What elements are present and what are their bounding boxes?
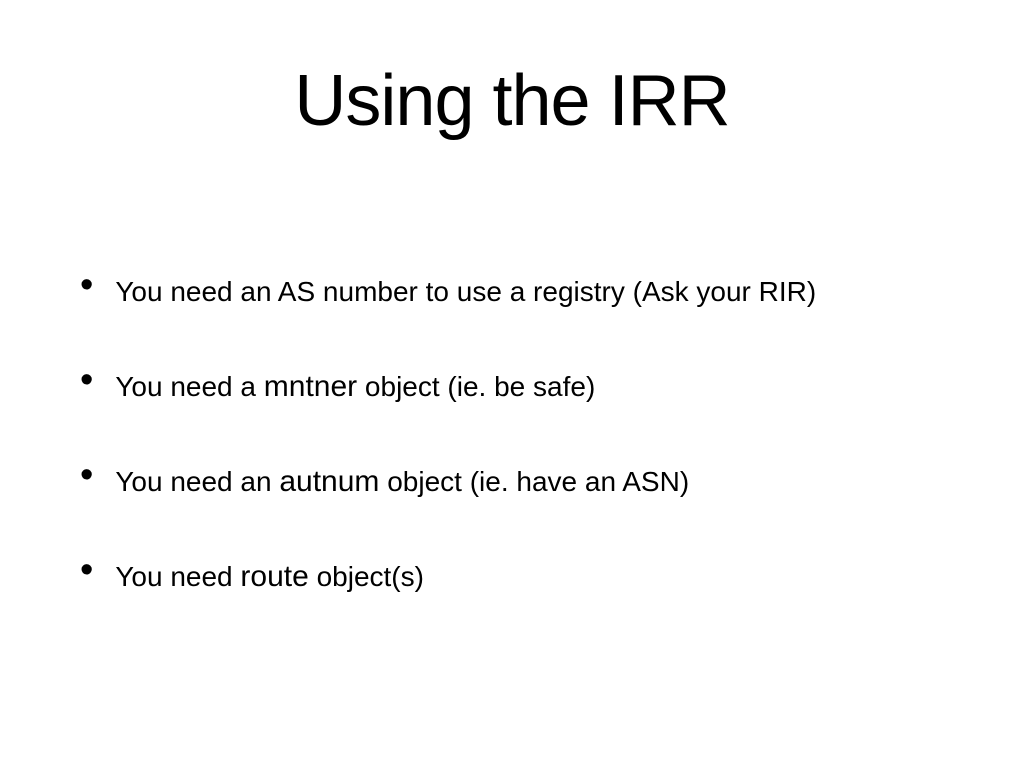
bullet-icon: • [80, 456, 93, 494]
list-item: • You need route object(s) [80, 557, 954, 596]
bullet-pre: You need an AS number to use a registry … [115, 276, 816, 307]
bullet-text: You need route object(s) [115, 557, 424, 596]
bullet-keyword: autnum [279, 465, 379, 498]
bullet-post: object (ie. be safe) [357, 371, 595, 402]
list-item: • You need a mntner object (ie. be safe) [80, 367, 954, 406]
bullet-icon: • [80, 551, 93, 589]
bullet-text: You need an AS number to use a registry … [115, 272, 816, 311]
bullet-icon: • [80, 361, 93, 399]
bullet-text: You need a mntner object (ie. be safe) [115, 367, 595, 406]
slide-title: Using the IRR [70, 60, 954, 142]
bullet-pre: You need a [115, 371, 263, 402]
bullet-post: object(s) [309, 561, 424, 592]
bullet-keyword: mntner [264, 370, 357, 403]
bullet-text: You need an autnum object (ie. have an A… [115, 462, 689, 501]
slide-container: Using the IRR • You need an AS number to… [0, 0, 1024, 768]
bullet-post: object (ie. have an ASN) [379, 466, 689, 497]
bullet-list: • You need an AS number to use a registr… [70, 272, 954, 596]
bullet-pre: You need an [115, 466, 279, 497]
bullet-pre: You need [115, 561, 240, 592]
bullet-icon: • [80, 266, 93, 304]
bullet-keyword: route [240, 560, 308, 593]
list-item: • You need an autnum object (ie. have an… [80, 462, 954, 501]
list-item: • You need an AS number to use a registr… [80, 272, 954, 311]
